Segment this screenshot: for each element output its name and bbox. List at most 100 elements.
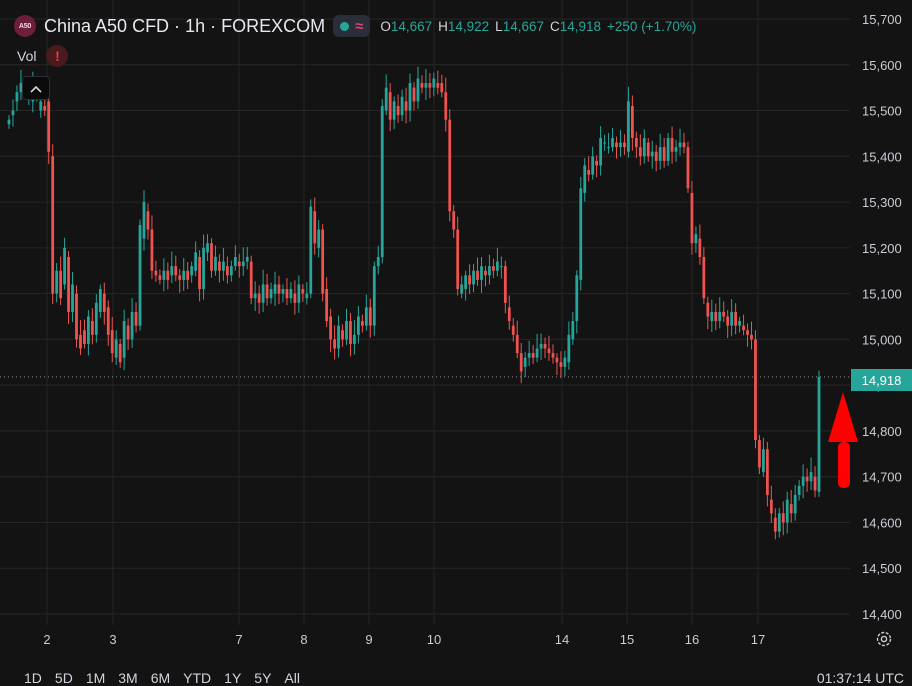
low-key: L [495, 18, 503, 34]
high-value: 14,922 [447, 18, 490, 34]
candle [563, 350, 567, 376]
candle [182, 257, 186, 291]
date-tick-label: 7 [235, 632, 242, 647]
symbol-logo[interactable]: A50 [14, 15, 36, 37]
candle [436, 70, 440, 95]
range-button-3m[interactable]: 3M [114, 663, 141, 686]
candle [11, 99, 15, 127]
candle [229, 260, 233, 282]
candle [130, 298, 134, 349]
candle [769, 485, 773, 523]
price-chart[interactable]: 14,40014,50014,60014,70014,80014,90015,0… [0, 0, 912, 686]
range-button-1d[interactable]: 1D [20, 663, 46, 686]
candle [98, 284, 102, 318]
vol-label: Vol [17, 48, 37, 64]
candle [273, 271, 277, 306]
candle [773, 508, 777, 540]
candle [642, 129, 646, 164]
range-button-6m[interactable]: 6M [147, 663, 174, 686]
candle [488, 254, 491, 285]
candle [511, 317, 515, 342]
candle [329, 308, 333, 353]
candle [682, 132, 686, 154]
range-button-1m[interactable]: 1M [82, 663, 109, 686]
candle [118, 338, 122, 368]
candle [460, 275, 464, 299]
candle [94, 294, 98, 343]
candle [615, 136, 618, 159]
price-axis[interactable]: 14,40014,50014,60014,70014,80014,90015,0… [862, 12, 902, 622]
date-tick-label: 16 [685, 632, 699, 647]
candle [297, 275, 301, 313]
candle [793, 484, 797, 521]
range-button-ytd[interactable]: YTD [179, 663, 215, 686]
range-button-5d[interactable]: 5D [51, 663, 77, 686]
candle [341, 324, 344, 347]
candle [333, 325, 336, 360]
candle [67, 251, 70, 324]
warning-icon[interactable]: ! [46, 45, 69, 67]
candle [444, 77, 448, 132]
candle [364, 294, 368, 331]
price-tick-label: 15,100 [862, 287, 902, 302]
candle [154, 260, 158, 282]
range-button-1y[interactable]: 1Y [220, 663, 245, 686]
wave-icon: ≈ [355, 17, 364, 35]
market-status-pill[interactable]: ≈ [333, 15, 371, 37]
date-tick-label: 8 [300, 632, 307, 647]
candle [809, 457, 813, 490]
range-button-5y[interactable]: 5Y [250, 663, 275, 686]
candle [662, 138, 666, 168]
candle [313, 197, 317, 255]
candle [658, 133, 662, 170]
candle [372, 261, 376, 336]
candle [591, 146, 595, 180]
candle [416, 66, 420, 109]
price-tick-label: 15,200 [862, 241, 902, 256]
candle [575, 270, 579, 334]
utc-clock[interactable]: 01:37:14 UTC [817, 663, 904, 686]
time-axis[interactable]: 2 3 7 8 9 10 14 15 16 17 [43, 632, 765, 647]
candle [400, 89, 404, 122]
candle [623, 134, 626, 155]
candle [178, 268, 182, 293]
candle [285, 278, 289, 306]
candle [527, 340, 531, 366]
candle [718, 297, 722, 329]
change-value: +250 (+1.70%) [607, 18, 697, 34]
collapse-legend-button[interactable] [22, 76, 50, 100]
candle [587, 156, 591, 182]
volume-indicator[interactable]: Vol ! [17, 45, 69, 67]
candle [424, 68, 428, 101]
candle [678, 128, 682, 156]
candle [222, 247, 225, 281]
candle [551, 344, 555, 364]
price-tick-label: 14,500 [862, 561, 902, 576]
symbol-header: A50 China A50 CFD · 1h · FOREXCOM ≈ O14,… [14, 13, 696, 39]
candle [785, 491, 789, 534]
candle [15, 85, 19, 111]
candle [210, 238, 213, 278]
candle [428, 73, 432, 99]
candle [813, 466, 817, 498]
candlestick-series [7, 66, 821, 540]
candle [726, 310, 730, 339]
candle [603, 134, 606, 151]
symbol-title[interactable]: China A50 CFD · 1h · FOREXCOM [44, 16, 325, 37]
chart-area[interactable]: 14,40014,50014,60014,70014,80014,90015,0… [0, 0, 912, 686]
candle [754, 330, 757, 449]
candle [166, 262, 170, 290]
candle [349, 312, 352, 357]
candle [158, 269, 162, 285]
candle [694, 226, 698, 253]
range-button-all[interactable]: All [280, 663, 304, 686]
candle [202, 234, 205, 300]
candle [738, 316, 741, 333]
chevron-up-icon [30, 81, 42, 96]
candle [392, 96, 396, 130]
price-tick-label: 15,500 [862, 104, 902, 119]
date-tick-label: 3 [109, 632, 116, 647]
candle [492, 258, 495, 279]
chart-settings-button[interactable] [873, 630, 895, 652]
candle [71, 272, 74, 322]
